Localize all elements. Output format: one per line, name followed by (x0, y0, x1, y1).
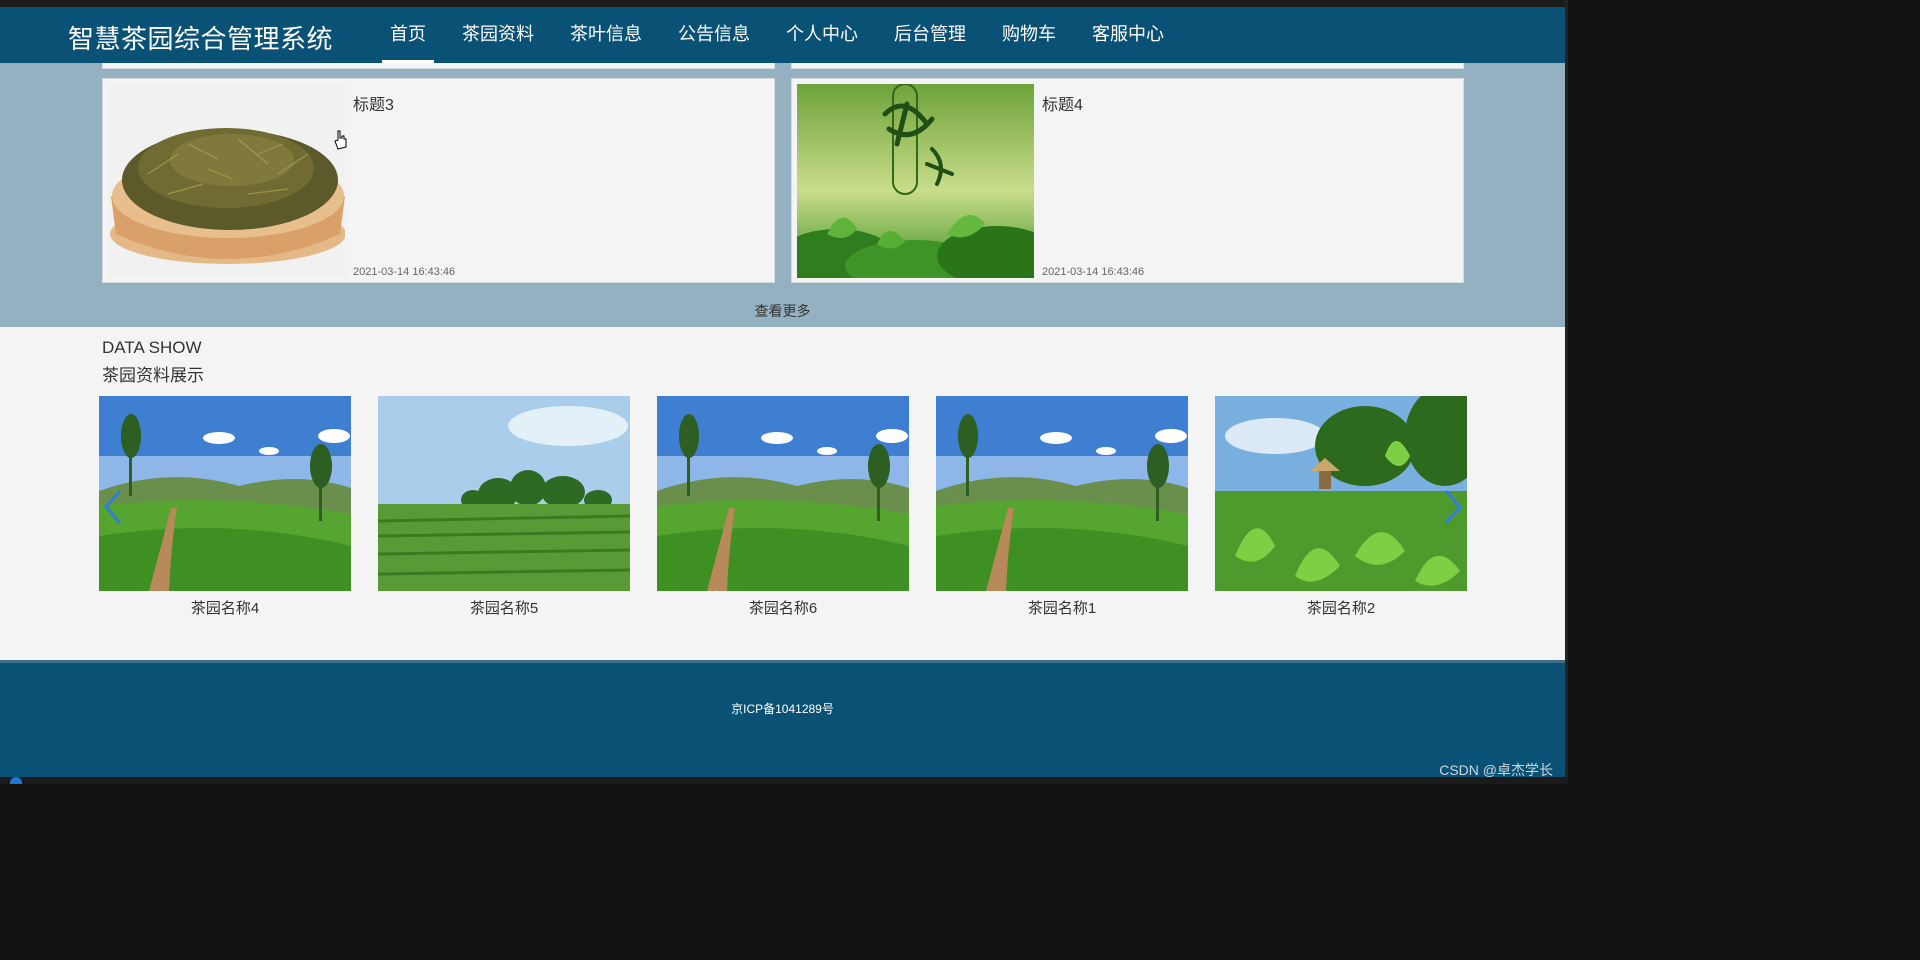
news-time: 2021-03-14 16:43:46 (353, 266, 456, 278)
data-show-section: DATA SHOW 茶园资料展示 茶园名称4 茶园名称5 茶园名称6 茶园名称1… (0, 327, 1565, 660)
window-right-edge (1565, 0, 1568, 784)
nav-item-home[interactable]: 首页 (372, 7, 444, 63)
footer-divider (0, 660, 1565, 663)
chevron-right-icon[interactable] (1440, 487, 1464, 527)
news-title[interactable]: 标题3 (353, 91, 394, 115)
garden-name[interactable]: 茶园名称6 (657, 597, 909, 618)
garden-image-field[interactable] (378, 396, 630, 591)
news-title[interactable]: 标题4 (1042, 91, 1083, 115)
garden-name[interactable]: 茶园名称5 (378, 597, 630, 618)
garden-name[interactable]: 茶园名称1 (936, 597, 1188, 618)
garden-name[interactable]: 茶园名称4 (99, 597, 351, 618)
section-title-cn: 茶园资料展示 (102, 366, 204, 385)
nav-item-personal-center[interactable]: 个人中心 (768, 7, 876, 63)
nav-item-tea-info[interactable]: 茶叶信息 (552, 7, 660, 63)
icp-record[interactable]: 京ICP备1041289号 (0, 700, 1565, 717)
progress-indicator (10, 777, 22, 784)
news-thumbnail-tea-poster[interactable] (797, 84, 1034, 278)
window-bottom-edge (0, 777, 1568, 784)
garden-image-hillside[interactable] (99, 396, 351, 591)
news-time: 2021-03-14 16:43:46 (1042, 266, 1145, 278)
main-nav: 首页 茶园资料 茶叶信息 公告信息 个人中心 后台管理 购物车 客服中心 (372, 7, 1182, 63)
news-card-peek (791, 63, 1464, 69)
garden-card[interactable]: 茶园名称1 (936, 396, 1188, 618)
window-top-edge (0, 0, 1568, 7)
site-footer: 京ICP备1041289号 CSDN @卓杰学长 (0, 660, 1565, 778)
news-card[interactable]: 标题4 2021-03-14 16:43:46 (791, 78, 1464, 283)
site-header: 智慧茶园综合管理系统 首页 茶园资料 茶叶信息 公告信息 个人中心 后台管理 购… (0, 7, 1565, 63)
chevron-left-icon[interactable] (102, 487, 126, 527)
nav-item-admin[interactable]: 后台管理 (876, 7, 984, 63)
news-card[interactable]: 标题3 2021-03-14 16:43:46 (102, 78, 775, 283)
site-title: 智慧茶园综合管理系统 (68, 24, 334, 54)
nav-item-garden-info[interactable]: 茶园资料 (444, 7, 552, 63)
garden-image-tea-shoots[interactable] (1215, 396, 1467, 591)
garden-image-hillside[interactable] (657, 396, 909, 591)
view-more-link[interactable]: 查看更多 (0, 301, 1565, 321)
section-title-en: DATA SHOW (102, 338, 202, 357)
nav-item-announcements[interactable]: 公告信息 (660, 7, 768, 63)
garden-name[interactable]: 茶园名称2 (1215, 597, 1467, 618)
garden-card[interactable]: 茶园名称6 (657, 396, 909, 618)
news-thumbnail-tea-leaves[interactable] (108, 84, 345, 278)
nav-item-customer-service[interactable]: 客服中心 (1074, 7, 1182, 63)
garden-card[interactable]: 茶园名称5 (378, 396, 630, 618)
garden-card[interactable]: 茶园名称2 (1215, 396, 1467, 618)
news-card-peek (102, 63, 775, 69)
hand-cursor-icon (334, 130, 347, 150)
news-section: 标题3 2021-03-14 16:43:46 标题4 2021-03-14 1… (0, 63, 1565, 327)
garden-image-hillside[interactable] (936, 396, 1188, 591)
garden-card[interactable]: 茶园名称4 (99, 396, 351, 618)
nav-item-cart[interactable]: 购物车 (984, 7, 1074, 63)
